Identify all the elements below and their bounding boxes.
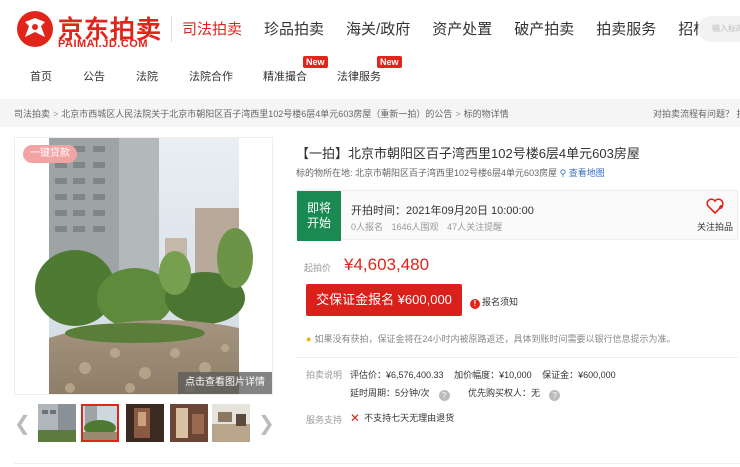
sub-nav-home[interactable]: 首页 bbox=[30, 68, 52, 84]
pay-deposit-register-button[interactable]: 交保证金报名 ¥600,000 bbox=[306, 284, 462, 316]
follow-item-button[interactable]: 关注拍品 bbox=[695, 198, 735, 233]
sub-nav: 首页 公告 法院 法院合作 精准撮合 New 法律服务 New bbox=[0, 56, 740, 92]
breadcrumb-item-details: 标的物详情 bbox=[463, 109, 509, 119]
thumbnail-image bbox=[38, 404, 76, 442]
service-support-value: ✕ 不支持七天无理由退货 bbox=[350, 411, 454, 425]
follow-count: 47人关注提醒 bbox=[447, 222, 503, 232]
logo-mark-icon bbox=[17, 11, 53, 47]
section-divider bbox=[296, 357, 738, 358]
breadcrumb: 司法拍卖 > 北京市西城区人民法院关于北京市朝阳区百子湾西里102号楼6层4单元60… bbox=[14, 107, 509, 120]
sub-nav-court-cooperation[interactable]: 法院合作 bbox=[189, 68, 233, 84]
auction-rules-row-1: 评估价：¥6,576,400.33 加价幅度：¥10,000 保证金：¥600,… bbox=[350, 368, 624, 381]
status-badge: 即将 开始 bbox=[297, 191, 341, 241]
priority-buyer-text: 优先购买权人：无 bbox=[468, 388, 541, 398]
bid-increment: 加价幅度：¥10,000 bbox=[454, 370, 532, 380]
registration-notice-label: 报名须知 bbox=[482, 297, 519, 307]
refund-tip: ● 如果没有获拍，保证金将在24小时内被原路返还，具体到账时间需要以银行信息提示为… bbox=[306, 332, 675, 345]
thumbnail-5[interactable] bbox=[212, 404, 250, 442]
thumb-prev-arrow-icon[interactable]: ❮ bbox=[14, 414, 31, 434]
auction-process-help-link[interactable]: 对拍卖流程有问题？ 拍 bbox=[653, 107, 740, 120]
thumbnail-3[interactable] bbox=[126, 404, 164, 442]
sub-nav-announcements[interactable]: 公告 bbox=[83, 68, 105, 84]
start-price-value: ¥4,603,480 bbox=[344, 255, 430, 274]
extension-period: 延时周期：5分钟/次? bbox=[350, 388, 458, 401]
service-support-label: 服务支持 bbox=[306, 415, 343, 425]
breadcrumb-judicial-auction[interactable]: 司法拍卖 bbox=[14, 109, 50, 119]
nav-bankruptcy-auction[interactable]: 破产拍卖 bbox=[514, 18, 574, 39]
breadcrumb-separator-icon: > bbox=[455, 109, 461, 119]
nav-divider bbox=[171, 16, 172, 42]
follow-label: 关注拍品 bbox=[696, 222, 733, 232]
priority-buyer: 优先购买权人：无? bbox=[468, 388, 568, 401]
thumbnail-strip: ❮ ❯ bbox=[14, 402, 275, 446]
thumbnail-image bbox=[212, 404, 250, 442]
item-title: 【一拍】北京市朝阳区百子湾西里102号楼6层4单元603房屋 bbox=[296, 146, 640, 161]
jd-auction-logo[interactable]: 京东拍卖 PAIMAI.JD.COM bbox=[16, 10, 166, 50]
main-nav: 司法拍卖 珍品拍卖 海关/政府 资产处置 破产拍卖 拍卖服务 招标采购 bbox=[182, 18, 740, 39]
nav-treasure-auction[interactable]: 珍品拍卖 bbox=[264, 18, 324, 39]
nav-auction-services[interactable]: 拍卖服务 bbox=[596, 18, 656, 39]
sub-nav-precise-matching[interactable]: 精准撮合 New bbox=[263, 56, 328, 84]
auction-rules-row-2: 延时周期：5分钟/次? 优先购买权人：无? bbox=[350, 386, 576, 401]
sub-nav-legal-services[interactable]: 法律服务 New bbox=[337, 56, 402, 84]
breadcrumb-separator-icon: > bbox=[53, 109, 59, 119]
address-row: 标的物所在地: 北京市朝阳区百子湾西里102号楼6层4单元603房屋 ⚲ 查看地… bbox=[296, 166, 605, 179]
thumbnail-image bbox=[126, 404, 164, 442]
heart-plus-icon bbox=[706, 198, 724, 215]
thumbnail-4[interactable] bbox=[170, 404, 208, 442]
thumbnail-2-selected[interactable] bbox=[81, 404, 119, 442]
view-count: 1646人围观 bbox=[391, 222, 439, 232]
nav-customs-government[interactable]: 海关/政府 bbox=[346, 18, 410, 39]
auction-start-time: 开拍时间：2021年09月20日 10:00:00 bbox=[351, 205, 534, 217]
bottom-divider bbox=[14, 463, 740, 464]
question-icon[interactable]: ? bbox=[549, 390, 561, 401]
appraisal-price: 评估价：¥6,576,400.33 bbox=[350, 370, 444, 380]
breadcrumb-bar: 司法拍卖 > 北京市西城区人民法院关于北京市朝阳区百子湾西里102号楼6层4单元60… bbox=[0, 99, 740, 127]
extension-period-text: 延时周期：5分钟/次 bbox=[350, 388, 430, 398]
status-badge-line1: 即将 bbox=[306, 201, 331, 215]
logo-text-en: PAIMAI.JD.COM bbox=[58, 38, 149, 50]
signup-count: 0人报名 bbox=[351, 222, 384, 232]
address-label: 标的物所在地: bbox=[296, 168, 353, 178]
thumbnail-image bbox=[170, 404, 208, 442]
lightbulb-icon: ● bbox=[306, 334, 312, 344]
one-click-loan-tag[interactable]: 一键贷款 bbox=[23, 145, 77, 163]
new-badge: New bbox=[377, 56, 402, 68]
deposit-amount: 保证金：¥600,000 bbox=[542, 370, 616, 380]
main-property-photo[interactable]: 一键贷款 点击查看图片详情 bbox=[14, 137, 273, 395]
breadcrumb-announcement[interactable]: 北京市西城区人民法院关于北京市朝阳区百子湾西里102号楼6层4单元603房屋（重… bbox=[61, 109, 452, 119]
alert-icon: ! bbox=[470, 299, 480, 309]
thumbnail-1[interactable] bbox=[38, 404, 76, 442]
nav-judicial-auction[interactable]: 司法拍卖 bbox=[182, 18, 242, 39]
auction-rules-label: 拍卖说明 bbox=[306, 370, 343, 380]
refund-tip-text: 如果没有获拍，保证金将在24小时内被原路返还，具体到账时间需要以银行信息提示为准… bbox=[314, 334, 676, 344]
no-return-text: 不支持七天无理由退货 bbox=[364, 413, 455, 423]
auction-stats: 0人报名 1646人围观 47人关注提醒 bbox=[351, 220, 508, 233]
new-badge: New bbox=[303, 56, 328, 68]
map-pin-icon: ⚲ bbox=[559, 168, 567, 178]
cross-icon: ✕ bbox=[350, 411, 361, 425]
start-price-label: 起拍价 bbox=[304, 263, 332, 273]
question-icon[interactable]: ? bbox=[438, 390, 450, 401]
status-badge-line2: 开始 bbox=[306, 216, 331, 230]
thumb-next-arrow-icon[interactable]: ❯ bbox=[258, 414, 275, 434]
view-photo-details-button[interactable]: 点击查看图片详情 bbox=[178, 372, 272, 394]
auction-status-box: 即将 开始 开拍时间：2021年09月20日 10:00:00 0人报名 164… bbox=[296, 190, 738, 241]
sub-nav-legal-services-label: 法律服务 bbox=[337, 71, 381, 83]
view-map-link[interactable]: 查看地图 bbox=[569, 168, 605, 178]
address-value: 北京市朝阳区百子湾西里102号楼6层4单元603房屋 bbox=[355, 168, 558, 178]
registration-notice-link[interactable]: ! 报名须知 bbox=[470, 295, 518, 309]
thumbnail-image bbox=[83, 406, 117, 440]
nav-asset-disposal[interactable]: 资产处置 bbox=[432, 18, 492, 39]
search-input[interactable]: 输入标的物名称 bbox=[698, 16, 740, 42]
site-header: 京东拍卖 PAIMAI.JD.COM 司法拍卖 珍品拍卖 海关/政府 资产处置 … bbox=[0, 0, 740, 62]
sub-nav-courts[interactable]: 法院 bbox=[136, 68, 158, 84]
price-area: 起拍价 ¥4,603,480 交保证金报名 ¥600,000 ! 报名须知 ● 如果… bbox=[296, 241, 738, 355]
property-photo-image bbox=[15, 138, 272, 394]
sub-nav-precise-matching-label: 精准撮合 bbox=[263, 71, 307, 83]
